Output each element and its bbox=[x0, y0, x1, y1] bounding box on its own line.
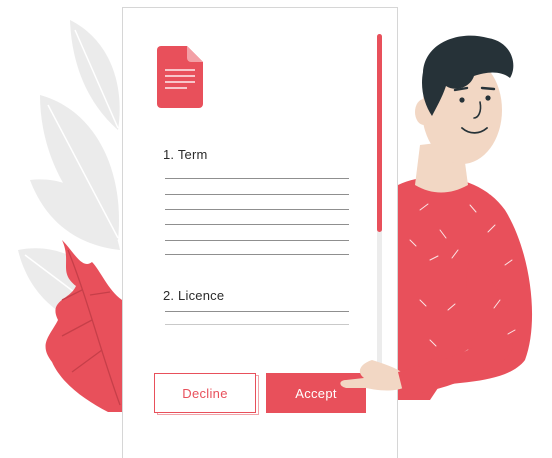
pointing-hand-illustration bbox=[340, 346, 484, 396]
